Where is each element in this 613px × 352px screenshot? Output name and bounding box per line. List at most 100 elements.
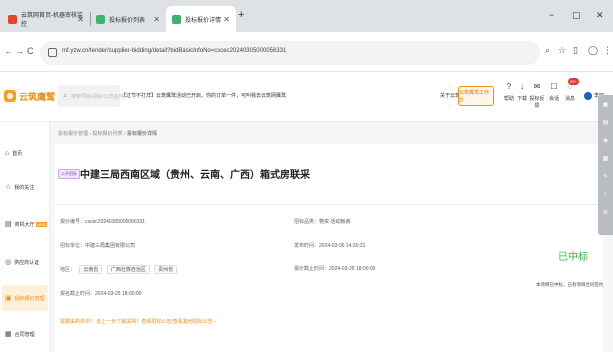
- url-text: mf.yzw.cn/tender/supplier-bidding/detail…: [62, 48, 287, 54]
- sidebar-item-contract[interactable]: ▦ 合同管理: [2, 321, 48, 347]
- logo-icon[interactable]: [4, 90, 16, 102]
- company-field: 招标单位：中建三局集团有限公司: [60, 242, 135, 249]
- tool-icon[interactable]: ⚙: [601, 209, 610, 216]
- sidebar-item-home[interactable]: ⌂ 首页: [2, 140, 48, 166]
- field-label: 地区：: [60, 267, 76, 273]
- search-input[interactable]: ⌕ 搜索项目/招标/公司名称: [58, 85, 124, 107]
- tool-icon[interactable]: ◈: [601, 137, 610, 144]
- bid-no-value: cscec20240305000056331: [85, 219, 146, 225]
- sidebar-item-certification[interactable]: ◎ 供应商认证: [2, 249, 48, 275]
- notice-text[interactable]: 【过节不打烊】云筑鹰鹫活动已开启，你的订单一件，可叫我去云筑网鹰鹫: [121, 92, 286, 99]
- quote-end-field: 报价截止时间：2024-03-25 18:00:00: [294, 265, 375, 272]
- publish-field: 发布时间：2024-03-06 14:30:21: [294, 242, 365, 249]
- browser-tab-3[interactable]: 投标报价详情 ✕: [166, 6, 236, 32]
- field-label: 招标品类：: [294, 219, 320, 225]
- company-value: 中建三局集团有限公司: [85, 243, 136, 249]
- new-tab-icon[interactable]: +: [238, 9, 244, 21]
- forward-icon[interactable]: →: [15, 46, 24, 56]
- message-count-badge: 99+: [568, 78, 579, 85]
- bidding-icon: ▣: [5, 295, 12, 302]
- feedback-label: 投标反馈: [529, 96, 545, 109]
- field-label: 报价编号：: [60, 219, 86, 225]
- divider: [54, 204, 603, 205]
- star-icon: ☆: [5, 184, 12, 191]
- breadcrumb-item-1[interactable]: 投标报价管理: [58, 131, 88, 137]
- sidebar-item-label: 首页: [12, 150, 23, 157]
- list-icon: ▤: [5, 221, 12, 228]
- sidebar-item-label: 投标报价管理: [14, 295, 45, 302]
- status-badge: 已中标: [558, 252, 588, 263]
- about-link[interactable]: 关于云筑: [440, 92, 460, 99]
- bookmark-star-icon[interactable]: ☆: [558, 45, 566, 56]
- field-label: 报名截止时间：: [60, 291, 96, 297]
- close-tab-icon[interactable]: ✕: [153, 15, 160, 24]
- deadline-field: 报名截止时间：2024-03-25 18:00:00: [60, 290, 141, 297]
- site-info-icon[interactable]: [48, 48, 57, 57]
- address-bar: ← → C mf.yzw.cn/tender/supplier-bidding/…: [0, 32, 613, 72]
- breadcrumb-item-current: 投标报价详情: [126, 131, 157, 137]
- back-icon[interactable]: ←: [4, 46, 13, 56]
- site-favicon-icon: [96, 14, 105, 24]
- contract-icon: ▦: [5, 331, 12, 338]
- sidebar-item-bidding[interactable]: ▣ 投标报价管理: [2, 285, 48, 311]
- home-icon: ⌂: [5, 149, 10, 157]
- bid-no-field: 报价编号：cscec20240305000056331: [60, 218, 145, 225]
- search-icon: ⌕: [63, 91, 68, 100]
- tender-type-tag: 公开招标: [58, 169, 80, 179]
- tool-icon[interactable]: ✎: [601, 173, 610, 180]
- publish-value: 2024-03-06 14:30:21: [319, 243, 366, 249]
- browser-tab-1[interactable]: 云筑网首页-机器审核监控 ✕: [2, 6, 91, 32]
- category-field: 招标品类：物资-活动板房: [294, 218, 351, 225]
- region-tag: 云南省: [79, 265, 103, 274]
- tool-icon[interactable]: ▤: [601, 119, 610, 126]
- app-header: 云筑鹰鹫 ⌕ 搜索项目/招标/公司名称 【过节不打烊】云筑鹰鹫活动已开启，你的订…: [0, 72, 613, 122]
- site-favicon-icon: [172, 14, 181, 24]
- browser-tab-title: 投标报价列表: [109, 17, 146, 24]
- browser-tab-bar: 云筑网首页-机器审核监控 ✕ 投标报价列表 ✕ 投标报价详情 ✕ + − ▢ ✕: [0, 0, 613, 32]
- sidebar-item-label: 我的关注: [14, 184, 35, 191]
- close-tab-icon[interactable]: ✕: [77, 15, 84, 24]
- field-label: 招标单位：: [60, 243, 86, 249]
- region-tag: 广西壮族自治区: [106, 265, 150, 274]
- url-input[interactable]: mf.yzw.cn/tender/supplier-bidding/detail…: [40, 41, 540, 65]
- category-value: 物资-活动板房: [319, 219, 351, 225]
- restore-icon[interactable]: ▢: [572, 10, 581, 21]
- quote-end-value: 2024-03-25 18:00:00: [329, 266, 376, 272]
- browser-tab-title: 云筑网首页-机器审核监控: [21, 13, 83, 28]
- workbench-button[interactable]: 云筑鹰鹫工作台: [458, 86, 494, 106]
- avatar[interactable]: [584, 92, 592, 100]
- sidebar-item-label: 合同管理: [14, 331, 35, 338]
- region-tag: 贵州省: [154, 265, 178, 274]
- mail-icon: ✉: [533, 82, 541, 91]
- tool-icon[interactable]: ⌂: [601, 191, 610, 197]
- profile-icon[interactable]: ◯: [588, 45, 598, 56]
- logo-text[interactable]: 云筑鹰鹫: [19, 90, 55, 103]
- tool-icon[interactable]: ▦: [601, 155, 610, 162]
- announcement-link[interactable]: 需要采购资讯？ 去上一步了解采购！查看招标公告/查看其他招标公告 ›: [60, 318, 216, 325]
- message-button[interactable]: ♢ 消息: [561, 82, 579, 102]
- breadcrumb-item-2[interactable]: 投标报价列表: [92, 131, 122, 137]
- new-badge: NEW: [35, 221, 47, 227]
- minimize-icon[interactable]: −: [549, 10, 554, 20]
- sidebar-item-follow[interactable]: ☆ 我的关注: [2, 174, 48, 200]
- tool-icon[interactable]: ▣: [601, 101, 610, 108]
- field-label: 报价截止时间：: [294, 266, 330, 272]
- breadcrumb: 投标报价管理 › 投标报价列表 › 投标报价详情: [58, 131, 157, 137]
- browser-tab-2[interactable]: 投标报价列表 ✕: [90, 6, 166, 32]
- field-label: 发布时间：: [294, 243, 320, 249]
- detail-card: 公开招标 中建三局西南区域（贵州、云南、广西）箱式房联采 报价编号：cscec2…: [54, 144, 604, 352]
- sidebar-item-label: 商机大厅: [14, 221, 35, 228]
- search-placeholder: 搜索项目/招标/公司名称: [71, 94, 124, 100]
- sidebar-item-opportunity[interactable]: ▤ 商机大厅 NEW: [2, 211, 48, 237]
- search-icon[interactable]: ⌕: [545, 45, 550, 56]
- close-window-icon[interactable]: ✕: [596, 10, 604, 21]
- close-tab-icon[interactable]: ✕: [223, 15, 230, 24]
- menu-icon[interactable]: ⋮: [603, 45, 612, 56]
- certificate-icon: ◎: [5, 259, 12, 266]
- sidebar: ⌂ 首页 ☆ 我的关注 ▤ 商机大厅 NEW ◎ 供应商认证 ▣ 投标报价管理 …: [0, 122, 50, 352]
- floating-toolbar: ▣ ▤ ◈ ▦ ✎ ⌂ ⚙: [598, 95, 613, 235]
- extension-icon[interactable]: ▯: [573, 45, 578, 56]
- feedback-button[interactable]: ✉ 投标反馈: [528, 82, 546, 109]
- reload-icon[interactable]: C: [27, 46, 34, 56]
- sidebar-item-label: 供应商认证: [14, 259, 40, 266]
